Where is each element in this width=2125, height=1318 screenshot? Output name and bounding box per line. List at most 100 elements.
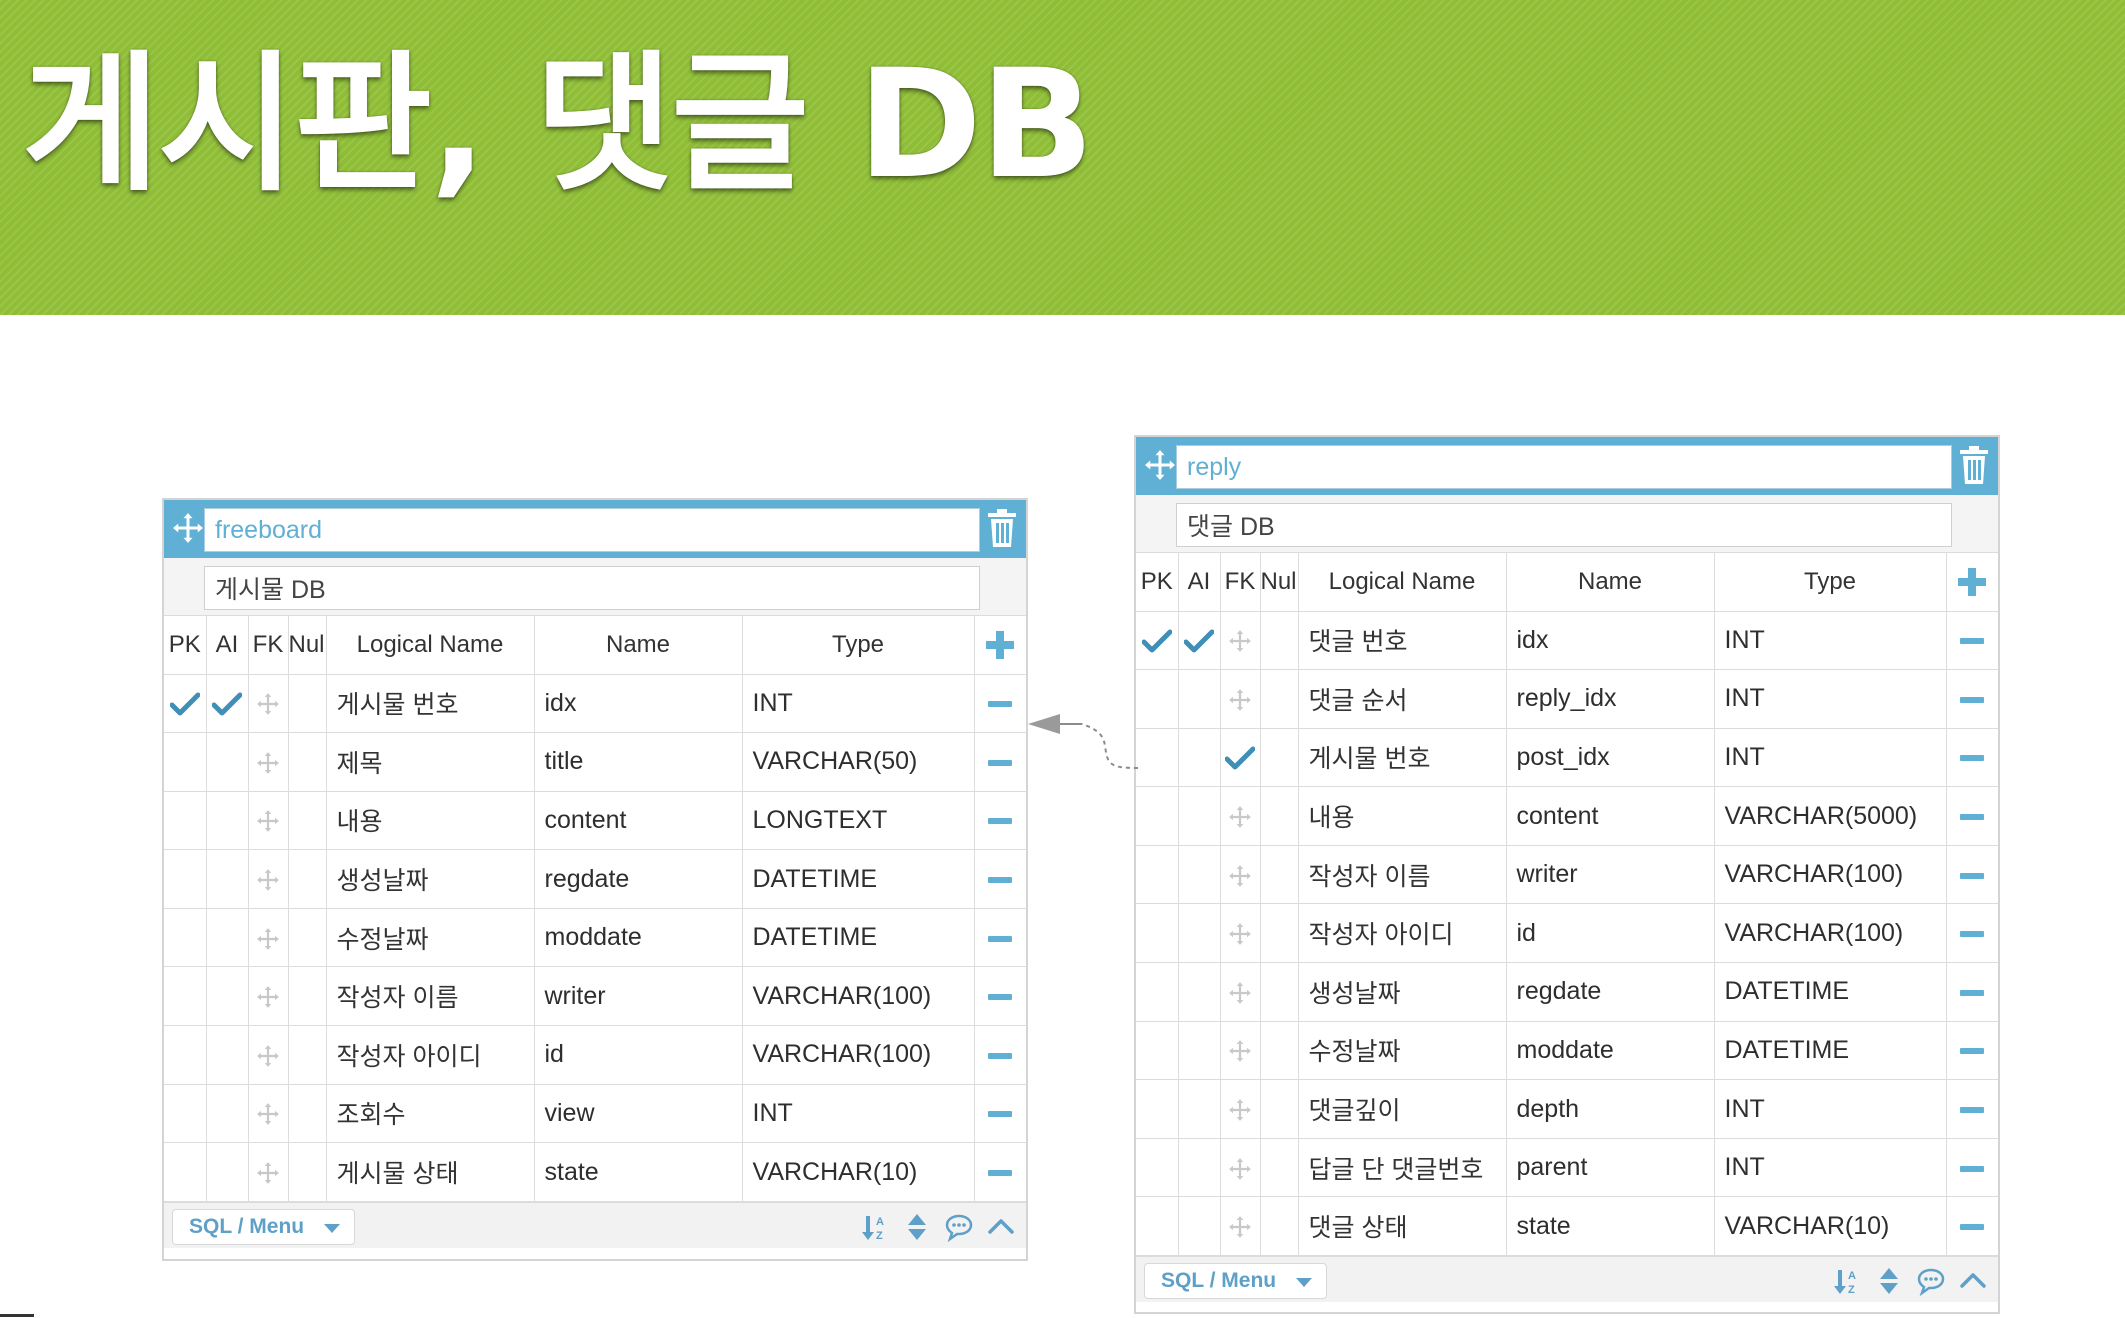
fk-toggle[interactable] bbox=[248, 791, 289, 851]
fk-drag-icon[interactable] bbox=[255, 984, 281, 1010]
pk-toggle[interactable] bbox=[164, 732, 207, 792]
null-toggle[interactable] bbox=[1260, 1079, 1299, 1139]
fk-toggle[interactable] bbox=[248, 849, 289, 909]
ai-toggle[interactable] bbox=[1178, 728, 1221, 788]
logical-name-cell[interactable]: 댓글 상태 bbox=[1298, 1196, 1507, 1257]
null-toggle[interactable] bbox=[1260, 728, 1299, 788]
fk-toggle[interactable] bbox=[1220, 903, 1261, 964]
name-cell[interactable]: writer bbox=[534, 966, 743, 1027]
fk-drag-icon[interactable] bbox=[1227, 687, 1253, 713]
fk-toggle[interactable] bbox=[1220, 1079, 1261, 1139]
ai-toggle[interactable] bbox=[206, 1025, 249, 1085]
name-cell[interactable]: view bbox=[534, 1084, 743, 1144]
comment-icon[interactable] bbox=[944, 1212, 974, 1242]
pk-toggle[interactable] bbox=[164, 1025, 207, 1085]
logical-name-cell[interactable]: 댓글 순서 bbox=[1298, 669, 1507, 729]
remove-column-button[interactable] bbox=[1946, 845, 1998, 905]
remove-column-button[interactable] bbox=[1946, 1079, 1998, 1139]
null-toggle[interactable] bbox=[288, 966, 327, 1027]
ai-toggle[interactable] bbox=[206, 1142, 249, 1202]
type-cell[interactable]: DATETIME bbox=[1714, 1021, 1947, 1081]
ai-toggle[interactable] bbox=[1178, 845, 1221, 905]
pk-toggle[interactable] bbox=[1136, 728, 1179, 788]
ai-toggle[interactable] bbox=[1178, 611, 1221, 671]
ai-toggle[interactable] bbox=[206, 732, 249, 792]
pk-toggle[interactable] bbox=[1136, 786, 1179, 846]
null-toggle[interactable] bbox=[288, 1084, 327, 1144]
pk-toggle[interactable] bbox=[1136, 903, 1179, 964]
type-cell[interactable]: VARCHAR(10) bbox=[742, 1142, 975, 1202]
pk-toggle[interactable] bbox=[1136, 1021, 1179, 1081]
remove-column-button[interactable] bbox=[1946, 728, 1998, 788]
remove-column-button[interactable] bbox=[1946, 1196, 1998, 1257]
type-cell[interactable]: VARCHAR(5000) bbox=[1714, 786, 1947, 846]
type-cell[interactable]: VARCHAR(50) bbox=[742, 732, 975, 792]
remove-column-button[interactable] bbox=[1946, 1138, 1998, 1198]
type-cell[interactable]: VARCHAR(100) bbox=[742, 1025, 975, 1085]
remove-column-button[interactable] bbox=[974, 791, 1026, 851]
logical-name-cell[interactable]: 수정날짜 bbox=[326, 908, 535, 968]
sort-icon[interactable]: AZ bbox=[1832, 1266, 1862, 1296]
remove-column-button[interactable] bbox=[1946, 903, 1998, 964]
remove-column-button[interactable] bbox=[974, 1025, 1026, 1085]
null-toggle[interactable] bbox=[288, 1142, 327, 1202]
logical-name-cell[interactable]: 조회수 bbox=[326, 1084, 535, 1144]
fk-toggle[interactable] bbox=[1220, 1021, 1261, 1081]
pk-toggle[interactable] bbox=[1136, 1138, 1179, 1198]
fk-toggle[interactable] bbox=[1220, 786, 1261, 846]
pk-toggle[interactable] bbox=[164, 966, 207, 1027]
pk-toggle[interactable] bbox=[1136, 611, 1179, 671]
type-cell[interactable]: VARCHAR(10) bbox=[1714, 1196, 1947, 1257]
remove-column-button[interactable] bbox=[1946, 1021, 1998, 1081]
logical-name-cell[interactable]: 답글 단 댓글번호 bbox=[1298, 1138, 1507, 1198]
null-toggle[interactable] bbox=[1260, 903, 1299, 964]
null-toggle[interactable] bbox=[288, 791, 327, 851]
name-cell[interactable]: depth bbox=[1506, 1079, 1715, 1139]
ai-toggle[interactable] bbox=[206, 966, 249, 1027]
trash-icon[interactable] bbox=[1958, 446, 1990, 486]
name-cell[interactable]: content bbox=[534, 791, 743, 851]
remove-column-button[interactable] bbox=[974, 1084, 1026, 1144]
type-cell[interactable]: VARCHAR(100) bbox=[1714, 845, 1947, 905]
trash-icon[interactable] bbox=[986, 509, 1018, 549]
null-toggle[interactable] bbox=[1260, 845, 1299, 905]
fk-toggle[interactable] bbox=[248, 908, 289, 968]
pk-toggle[interactable] bbox=[164, 791, 207, 851]
fk-drag-icon[interactable] bbox=[255, 1043, 281, 1069]
null-toggle[interactable] bbox=[1260, 669, 1299, 729]
ai-toggle[interactable] bbox=[1178, 1079, 1221, 1139]
fk-drag-icon[interactable] bbox=[1227, 804, 1253, 830]
remove-column-button[interactable] bbox=[974, 674, 1026, 734]
type-cell[interactable]: INT bbox=[742, 674, 975, 734]
fk-toggle[interactable] bbox=[1220, 669, 1261, 729]
move-icon[interactable] bbox=[1142, 447, 1178, 483]
logical-name-cell[interactable]: 게시물 상태 bbox=[326, 1142, 535, 1202]
collapse-icon[interactable] bbox=[1958, 1266, 1988, 1296]
type-cell[interactable]: VARCHAR(100) bbox=[742, 966, 975, 1027]
name-cell[interactable]: moddate bbox=[1506, 1021, 1715, 1081]
table-name-input[interactable] bbox=[1176, 445, 1952, 489]
fk-drag-icon[interactable] bbox=[255, 750, 281, 776]
collapse-icon[interactable] bbox=[986, 1212, 1016, 1242]
name-cell[interactable]: id bbox=[1506, 903, 1715, 964]
fk-toggle[interactable] bbox=[248, 966, 289, 1027]
fk-drag-icon[interactable] bbox=[255, 1101, 281, 1127]
ai-toggle[interactable] bbox=[1178, 962, 1221, 1022]
fk-toggle[interactable] bbox=[1220, 611, 1261, 671]
ai-toggle[interactable] bbox=[206, 1084, 249, 1144]
null-toggle[interactable] bbox=[1260, 1021, 1299, 1081]
ai-toggle[interactable] bbox=[1178, 903, 1221, 964]
fk-drag-icon[interactable] bbox=[1227, 1097, 1253, 1123]
table-comment-input[interactable] bbox=[204, 566, 980, 610]
ai-toggle[interactable] bbox=[1178, 1021, 1221, 1081]
remove-column-button[interactable] bbox=[974, 732, 1026, 792]
remove-column-button[interactable] bbox=[1946, 669, 1998, 729]
fk-drag-icon[interactable] bbox=[1227, 980, 1253, 1006]
fk-drag-icon[interactable] bbox=[1227, 863, 1253, 889]
fk-drag-icon[interactable] bbox=[1227, 1156, 1253, 1182]
name-cell[interactable]: idx bbox=[1506, 611, 1715, 671]
name-cell[interactable]: state bbox=[1506, 1196, 1715, 1257]
logical-name-cell[interactable]: 작성자 아이디 bbox=[1298, 903, 1507, 964]
type-cell[interactable]: DATETIME bbox=[742, 849, 975, 909]
logical-name-cell[interactable]: 작성자 이름 bbox=[326, 966, 535, 1027]
